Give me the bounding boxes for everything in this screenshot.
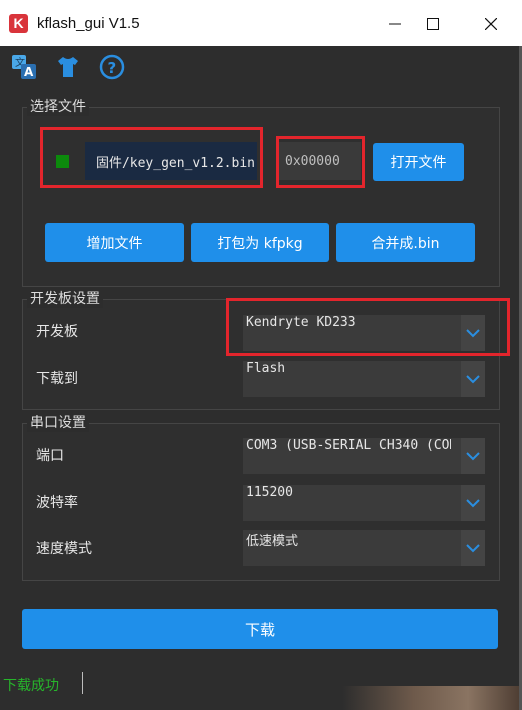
- file-path-input[interactable]: [85, 142, 257, 180]
- svg-text:?: ?: [108, 59, 117, 77]
- status-divider: [82, 672, 83, 694]
- status-text: 下载成功: [3, 678, 59, 694]
- download-button[interactable]: 下载: [22, 609, 498, 649]
- chevron-down-icon[interactable]: [461, 530, 485, 566]
- title-bar: K kflash_gui V1.5: [0, 0, 522, 46]
- app-logo: K: [9, 14, 28, 33]
- chevron-down-icon[interactable]: [461, 438, 485, 474]
- baud-select[interactable]: 115200: [243, 485, 485, 521]
- chevron-down-icon[interactable]: [461, 361, 485, 397]
- file-group-title: 选择文件: [27, 98, 89, 116]
- speed-label: 速度模式: [36, 541, 92, 557]
- close-button[interactable]: [468, 8, 514, 40]
- pack-kfpkg-button[interactable]: 打包为 kfpkg: [191, 223, 329, 262]
- port-select-value: COM3 (USB-SERIAL CH340 (COM3)): [246, 438, 451, 453]
- theme-shirt-icon[interactable]: [55, 54, 81, 80]
- port-select[interactable]: COM3 (USB-SERIAL CH340 (COM3)): [243, 438, 485, 474]
- merge-bin-button[interactable]: 合并成.bin: [336, 223, 475, 262]
- add-file-button[interactable]: 增加文件: [45, 223, 184, 262]
- target-label: 下载到: [36, 371, 78, 387]
- maximize-icon: [427, 18, 439, 30]
- window-title: kflash_gui V1.5: [37, 15, 140, 32]
- close-icon: [485, 18, 497, 30]
- board-select-value: Kendryte KD233: [246, 315, 356, 330]
- maximize-button[interactable]: [410, 8, 456, 40]
- board-group-title: 开发板设置: [27, 290, 103, 308]
- chevron-down-icon[interactable]: [461, 315, 485, 351]
- target-select-value: Flash: [246, 361, 286, 376]
- target-select[interactable]: Flash: [243, 361, 485, 397]
- file-enabled-indicator[interactable]: [56, 155, 69, 168]
- main-window: 文 A ? 选择文件 打开文件 增加文件 打包为 kfpkg 合并成.bin 开…: [0, 46, 522, 710]
- svg-text:A: A: [24, 65, 34, 79]
- chevron-down-icon[interactable]: [461, 485, 485, 521]
- language-icon[interactable]: 文 A: [11, 54, 37, 80]
- minimize-icon: [389, 23, 401, 25]
- baud-label: 波特率: [36, 495, 78, 511]
- open-file-button[interactable]: 打开文件: [373, 143, 464, 181]
- speed-select[interactable]: 低速模式: [243, 530, 485, 566]
- port-label: 端口: [36, 448, 64, 464]
- board-select[interactable]: Kendryte KD233: [243, 315, 485, 351]
- baud-select-value: 115200: [246, 485, 293, 500]
- help-icon[interactable]: ?: [99, 54, 125, 80]
- board-label: 开发板: [36, 324, 78, 340]
- serial-group-title: 串口设置: [27, 414, 89, 432]
- background-desktop-strip: [342, 686, 522, 710]
- speed-select-value: 低速模式: [246, 534, 299, 549]
- address-input[interactable]: [279, 142, 361, 180]
